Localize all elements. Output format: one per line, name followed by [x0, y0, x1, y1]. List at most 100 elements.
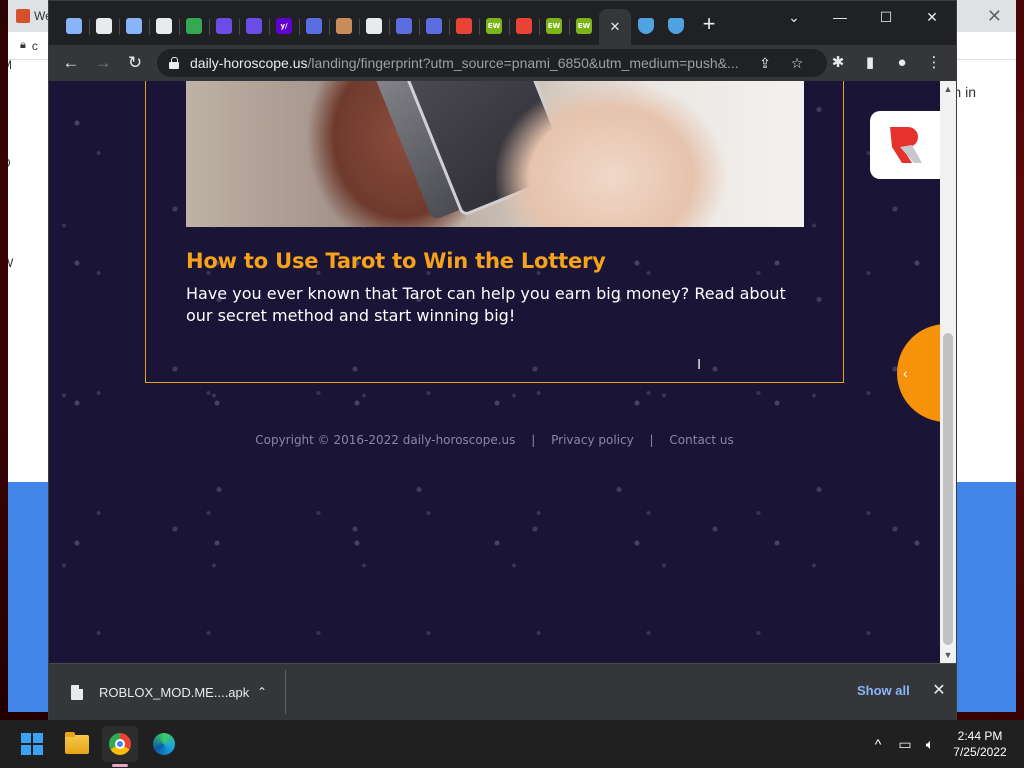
puzzle-icon — [96, 18, 112, 34]
tab-14[interactable]: EW — [479, 11, 509, 41]
meet-icon — [186, 18, 202, 34]
download-shelf: ROBLOX_MOD.ME....apk ⌃ Show all ✕ — [49, 663, 956, 720]
windows-taskbar: ^ ▭ 🔈︎ 2:44 PM 7/25/2022 — [0, 720, 1024, 768]
footer-separator: | — [531, 433, 536, 447]
extensions-puzzle-icon[interactable]: ✱ — [826, 51, 850, 75]
page-scrollbar[interactable]: ▲ ▼ — [940, 81, 956, 663]
target-icon — [456, 18, 472, 34]
side-widget[interactable] — [870, 111, 940, 179]
tray-overflow-chevron-icon[interactable]: ^ — [868, 734, 888, 754]
footer-separator: | — [649, 433, 654, 447]
page-viewport: How to Use Tarot to Win the Lottery Have… — [49, 81, 940, 663]
tab-after-1[interactable] — [661, 11, 691, 41]
tab-11[interactable] — [389, 11, 419, 41]
shield-blue-icon — [638, 18, 654, 34]
menu-kebab-icon[interactable]: ⋮ — [922, 51, 946, 75]
folder-icon — [65, 731, 89, 754]
tab-after-0[interactable] — [631, 11, 661, 41]
r-logo-icon — [890, 127, 922, 163]
maximize-button[interactable]: ☐ — [863, 5, 909, 29]
copyright-text: Copyright © 2016-2022 daily-horoscope.us — [255, 433, 516, 447]
edge-taskbar-button[interactable] — [146, 726, 182, 762]
article-image[interactable] — [186, 81, 804, 227]
tab-15[interactable] — [509, 11, 539, 41]
volume-icon[interactable]: 🔈︎ — [920, 734, 940, 754]
minimize-button[interactable]: — — [817, 5, 863, 29]
close-window-button[interactable]: ✕ — [909, 5, 955, 29]
url-domain: daily-horoscope.us — [190, 55, 308, 71]
tab-13[interactable] — [449, 11, 479, 41]
address-bar[interactable]: daily-horoscope.us/landing/fingerprint?u… — [157, 49, 827, 77]
tab-search-icon[interactable]: ⌄ — [771, 5, 817, 29]
chrome-taskbar-button[interactable] — [102, 726, 138, 762]
background-close-icon[interactable]: ✕ — [987, 6, 1002, 27]
url-text[interactable]: daily-horoscope.us/landing/fingerprint?u… — [190, 55, 750, 71]
bookmark-star-icon[interactable]: ☆ — [787, 53, 807, 73]
network-icon[interactable]: ▭ — [895, 734, 915, 754]
tab-8[interactable] — [299, 11, 329, 41]
background-address-text: c — [31, 38, 38, 53]
background-text-w: W — [8, 256, 13, 270]
tab-4[interactable] — [179, 11, 209, 41]
chevron-up-icon[interactable]: ⌃ — [255, 682, 269, 702]
download-divider — [285, 670, 286, 714]
new-tab-button[interactable]: + — [697, 13, 721, 37]
tab-7[interactable]: y/ — [269, 11, 299, 41]
tab-6[interactable] — [239, 11, 269, 41]
text-cursor-icon: I — [697, 356, 702, 373]
file-explorer-button[interactable] — [59, 726, 95, 762]
back-button[interactable]: ← — [59, 51, 83, 75]
privacy-policy-link[interactable]: Privacy policy — [551, 433, 634, 447]
browser-toolbar: ← → ↻ daily-horoscope.us/landing/fingerp… — [49, 45, 956, 81]
store-icon — [366, 18, 382, 34]
background-text-d: D — [8, 156, 11, 170]
share-icon[interactable]: ⇪ — [755, 53, 775, 73]
app-icon — [246, 18, 262, 34]
tab-5[interactable] — [209, 11, 239, 41]
store-icon — [156, 18, 172, 34]
article-title[interactable]: How to Use Tarot to Win the Lottery — [186, 249, 606, 273]
tab-12[interactable] — [419, 11, 449, 41]
tab-strip: + ⌄ — ☐ ✕ y/EW EW EW ✕ — [49, 1, 956, 45]
yahoo-icon: y/ — [276, 18, 292, 34]
show-all-button[interactable]: Show all — [857, 683, 910, 698]
ew-icon: EW — [486, 18, 502, 34]
ew-icon: EW — [576, 18, 592, 34]
tab-3[interactable] — [149, 11, 179, 41]
tab-17[interactable]: EW — [569, 11, 599, 41]
tab-active[interactable]: ✕ — [599, 9, 631, 45]
profile-avatar-icon[interactable]: ● — [890, 51, 914, 75]
link-icon — [126, 18, 142, 34]
close-download-shelf-icon[interactable]: ✕ — [929, 681, 949, 701]
start-button[interactable] — [14, 726, 50, 762]
shield-icon — [426, 18, 442, 34]
contact-us-link[interactable]: Contact us — [669, 433, 733, 447]
target-icon — [516, 18, 532, 34]
taskbar-clock[interactable]: 2:44 PM 7/25/2022 — [948, 728, 1012, 760]
close-tab-icon[interactable]: ✕ — [610, 19, 621, 35]
orange-side-tab[interactable]: ‹ — [897, 324, 940, 422]
tab-0[interactable] — [59, 11, 89, 41]
tab-16[interactable]: EW — [539, 11, 569, 41]
scrollbar-thumb[interactable] — [943, 333, 953, 645]
background-blue-panel-left — [8, 482, 52, 712]
edge-icon — [153, 733, 175, 755]
tab-2[interactable] — [119, 11, 149, 41]
download-file-name: ROBLOX_MOD.ME....apk — [99, 685, 250, 700]
article-card[interactable]: How to Use Tarot to Win the Lottery Have… — [145, 81, 844, 383]
tab-9[interactable] — [329, 11, 359, 41]
scroll-down-arrow-icon[interactable]: ▼ — [940, 647, 956, 663]
tab-1[interactable] — [89, 11, 119, 41]
shield-blue-icon — [668, 18, 684, 34]
file-icon — [71, 685, 83, 700]
scroll-up-arrow-icon[interactable]: ▲ — [940, 81, 956, 97]
forward-button[interactable]: → — [91, 51, 115, 75]
background-blue-panel-right — [956, 482, 1016, 712]
side-panel-icon[interactable]: ▮ — [858, 51, 882, 75]
reload-button[interactable]: ↻ — [123, 51, 147, 75]
article-description: Have you ever known that Tarot can help … — [186, 284, 786, 325]
tab-10[interactable] — [359, 11, 389, 41]
download-item[interactable]: ROBLOX_MOD.ME....apk ⌃ — [49, 664, 286, 721]
avatar-icon — [336, 18, 352, 34]
lock-icon[interactable] — [169, 57, 180, 69]
